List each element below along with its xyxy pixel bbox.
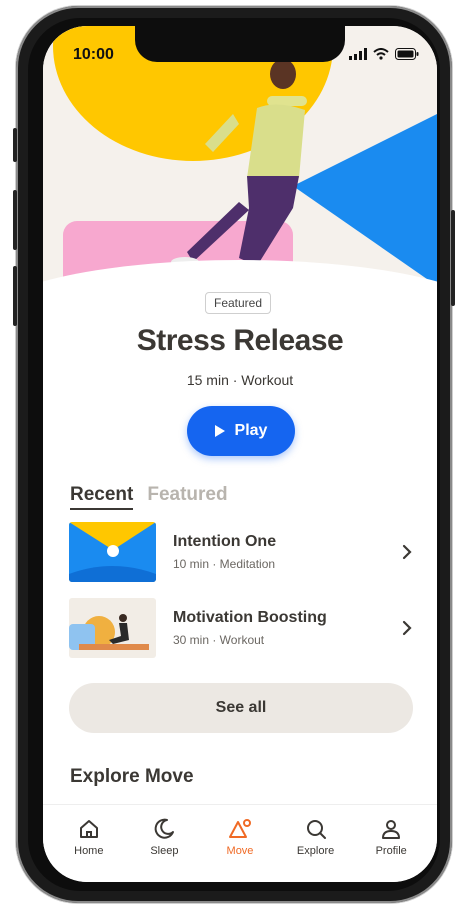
status-time: 10:00 xyxy=(73,46,114,63)
tab-explore-label: Explore xyxy=(296,845,335,857)
tab-sleep[interactable]: Sleep xyxy=(129,805,199,882)
tab-profile-label: Profile xyxy=(375,845,407,857)
signal-icon xyxy=(349,48,367,60)
side-button-right xyxy=(451,210,455,306)
see-all-button[interactable]: See all xyxy=(69,683,413,733)
explore-move-heading: Explore Move xyxy=(70,766,194,787)
home-icon xyxy=(79,820,98,838)
tab-move[interactable]: Move xyxy=(205,805,275,882)
notch xyxy=(135,26,345,62)
play-button-label: Play xyxy=(234,422,268,439)
moon-icon xyxy=(155,818,175,839)
wifi-icon xyxy=(373,48,389,60)
item-meta: 10 min · Meditation xyxy=(173,557,276,571)
recent-item-intention-one[interactable]: Intention One 10 min · Meditation xyxy=(69,522,419,582)
item-meta: 30 min · Workout xyxy=(173,633,265,647)
play-button[interactable]: Play xyxy=(187,406,295,456)
item-title: Intention One xyxy=(173,533,277,550)
featured-badge: Featured xyxy=(205,292,272,314)
side-button-left-3 xyxy=(13,266,17,326)
tab-sleep-label: Sleep xyxy=(150,845,179,857)
move-icon xyxy=(228,819,251,838)
app-screen: 10:00 Featured Stress Release 15 min · W… xyxy=(43,26,437,882)
motivation-boosting-thumbnail xyxy=(69,598,156,658)
play-icon xyxy=(214,425,225,437)
tab-home[interactable]: Home xyxy=(54,805,124,882)
item-title: Motivation Boosting xyxy=(173,609,327,626)
side-button-left-2 xyxy=(13,190,17,250)
status-icons xyxy=(349,48,419,60)
main-content: Featured Stress Release 15 min · Workout… xyxy=(43,26,437,882)
person-icon xyxy=(382,820,401,839)
tab-recent[interactable]: Recent xyxy=(70,484,134,510)
battery-icon xyxy=(395,48,419,60)
tab-move-label: Move xyxy=(226,845,254,857)
tab-explore[interactable]: Explore xyxy=(281,805,351,882)
side-button-left-1 xyxy=(13,128,17,162)
intention-one-thumbnail xyxy=(69,522,156,582)
content-tabs: Recent Featured xyxy=(70,484,228,510)
tab-featured[interactable]: Featured xyxy=(147,484,227,510)
tab-profile[interactable]: Profile xyxy=(356,805,426,882)
bottom-tab-bar: Home Sleep Move Explore Profile xyxy=(43,804,437,882)
chevron-right-icon xyxy=(402,544,412,560)
recent-item-motivation-boosting[interactable]: Motivation Boosting 30 min · Workout xyxy=(69,598,419,658)
chevron-right-icon xyxy=(402,620,412,636)
page-title: Stress Release xyxy=(136,324,344,357)
search-icon xyxy=(306,820,326,839)
tab-home-label: Home xyxy=(74,845,104,857)
page-subtitle: 15 min · Workout xyxy=(186,372,294,388)
